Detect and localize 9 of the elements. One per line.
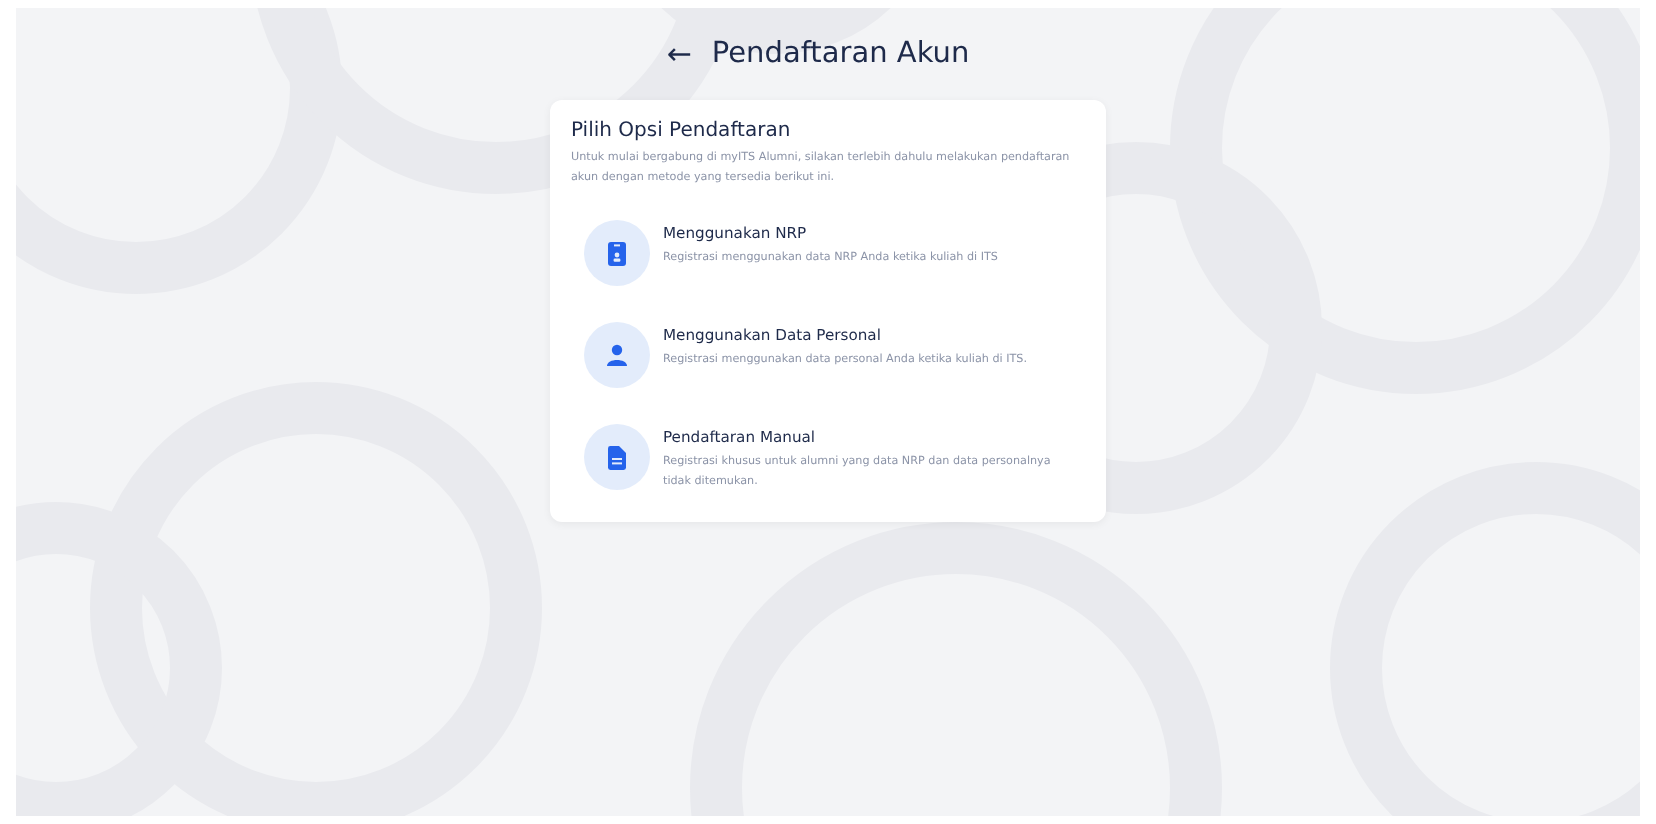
icon-circle[interactable] [583,220,649,286]
page-title: Pendaftaran Akun [711,38,970,70]
person-icon [605,344,627,366]
back-button[interactable]: ← [666,36,692,72]
icon-circle[interactable] [583,322,649,388]
icon-circle[interactable] [583,424,649,490]
document-icon [607,445,625,469]
card-title: Pilih Opsi Pendaftaran [571,120,793,142]
id-card-icon [607,241,625,265]
